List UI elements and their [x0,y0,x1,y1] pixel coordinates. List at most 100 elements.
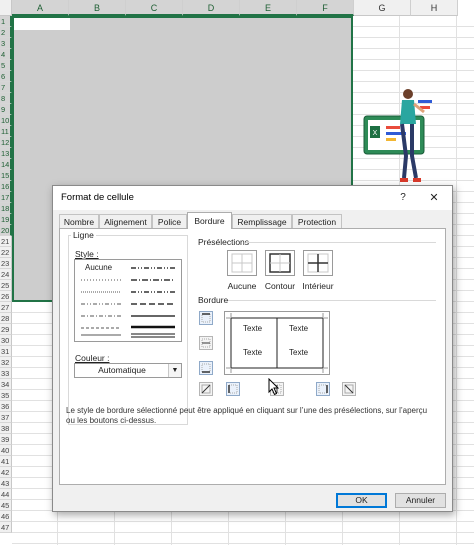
row-header[interactable]: 41 [0,456,12,467]
border-tab-panel: Ligne Style : Aucune Couleur: Automatiq… [59,228,446,485]
row-header[interactable]: 24 [0,269,12,280]
row-header[interactable]: 19 [0,214,12,225]
color-label: Couleur : [73,353,112,363]
format-cells-dialog[interactable]: Format de cellule ? ✕ Nombre Alignement … [52,185,453,512]
row-header[interactable]: 6 [0,71,12,82]
row-header[interactable]: 9 [0,104,12,115]
row-header[interactable]: 22 [0,247,12,258]
column-header[interactable]: B [69,0,126,16]
row-header[interactable]: 28 [0,313,12,324]
line-style-none[interactable]: Aucune [85,263,112,272]
chevron-down-icon[interactable]: ▼ [168,364,181,377]
column-header[interactable]: G [354,0,411,16]
row-header[interactable]: 18 [0,203,12,214]
row-header[interactable]: 15 [0,170,12,181]
row-header[interactable]: 5 [0,60,12,71]
active-cell[interactable] [14,18,70,30]
row-header[interactable]: 4 [0,49,12,60]
row-header[interactable]: 36 [0,401,12,412]
row-header[interactable]: 8 [0,93,12,104]
border-preview[interactable]: Texte Texte Texte Texte [224,311,330,375]
tab-protection[interactable]: Protection [292,214,342,228]
border-diagonal-up-button[interactable] [199,382,213,396]
dialog-title: Format de cellule [61,192,134,203]
row-header[interactable]: 32 [0,357,12,368]
dialog-titlebar[interactable]: Format de cellule ? ✕ [53,186,452,210]
row-header[interactable]: 10 [0,115,12,126]
row-header[interactable]: 26 [0,291,12,302]
column-header[interactable]: H [411,0,458,16]
row-header[interactable]: 11 [0,126,12,137]
border-bottom-icon [201,363,211,373]
row-header[interactable]: 7 [0,82,12,93]
row-header[interactable]: 46 [0,511,12,522]
border-title: Bordure [196,295,231,305]
tab-nombre[interactable]: Nombre [59,214,99,228]
preview-text-4: Texte [289,348,309,357]
row-header[interactable]: 30 [0,335,12,346]
color-dropdown[interactable]: Automatique ▼ [74,363,182,378]
tab-alignement[interactable]: Alignement [99,214,152,228]
row-header[interactable]: 35 [0,390,12,401]
column-header[interactable]: C [126,0,183,16]
border-left-icon [228,384,238,394]
preset-outline-icon [269,253,291,273]
border-top-button[interactable] [199,311,213,325]
row-header[interactable]: 43 [0,478,12,489]
row-header[interactable]: 45 [0,500,12,511]
row-header[interactable]: 37 [0,412,12,423]
column-header[interactable]: E [240,0,297,16]
column-header[interactable]: F [297,0,354,16]
border-right-button[interactable] [316,382,330,396]
row-header[interactable]: 3 [0,38,12,49]
row-header[interactable]: 38 [0,423,12,434]
row-header[interactable]: 21 [0,236,12,247]
border-inside-horizontal-icon [201,338,211,348]
ok-button[interactable]: OK [336,493,387,508]
border-top-icon [201,313,211,323]
spreadsheet[interactable]: ABCDEFGH 1 2 3 4 5 6 7 8 9 10 11 12 13 14 15 16 17 18 19 20… [0,0,474,545]
line-style-options[interactable] [75,260,181,341]
row-header[interactable]: 34 [0,379,12,390]
tab-bordure[interactable]: Bordure [187,212,232,229]
row-header[interactable]: 31 [0,346,12,357]
border-inside-horizontal-button[interactable] [199,336,213,350]
row-header[interactable]: 1 [0,16,12,27]
preview-text-2: Texte [289,324,309,333]
preset-outline-button[interactable] [265,250,295,276]
row-header[interactable]: 27 [0,302,12,313]
row-header[interactable]: 33 [0,368,12,379]
row-header[interactable]: 23 [0,258,12,269]
tab-police[interactable]: Police [152,214,187,228]
column-header[interactable]: A [12,0,69,16]
border-left-button[interactable] [226,382,240,396]
cancel-button[interactable]: Annuler [395,493,446,508]
preview-text-3: Texte [243,348,263,357]
row-header[interactable]: 16 [0,181,12,192]
column-header[interactable]: D [183,0,240,16]
row-header[interactable]: 12 [0,137,12,148]
help-button[interactable]: ? [395,190,411,206]
preset-none-button[interactable] [227,250,257,276]
row-header[interactable]: 29 [0,324,12,335]
line-group-title: Ligne [71,230,96,240]
close-button[interactable]: ✕ [425,190,443,206]
row-header[interactable]: 14 [0,159,12,170]
excel-illustration: X [363,89,432,182]
row-header[interactable]: 25 [0,280,12,291]
border-bottom-button[interactable] [199,361,213,375]
row-header[interactable]: 13 [0,148,12,159]
border-diagonal-down-button[interactable] [342,382,356,396]
row-header[interactable]: 17 [0,192,12,203]
line-style-list[interactable]: Aucune [74,259,182,342]
row-header[interactable]: 20 [0,225,12,236]
row-header[interactable]: 2 [0,27,12,38]
row-header[interactable]: 47 [0,522,12,533]
row-header[interactable]: 39 [0,434,12,445]
preset-inside-button[interactable] [303,250,333,276]
row-header[interactable]: 44 [0,489,12,500]
row-header[interactable]: 40 [0,445,12,456]
tab-remplissage[interactable]: Remplissage [232,214,292,228]
row-header[interactable]: 42 [0,467,12,478]
select-all-corner[interactable] [0,0,12,16]
